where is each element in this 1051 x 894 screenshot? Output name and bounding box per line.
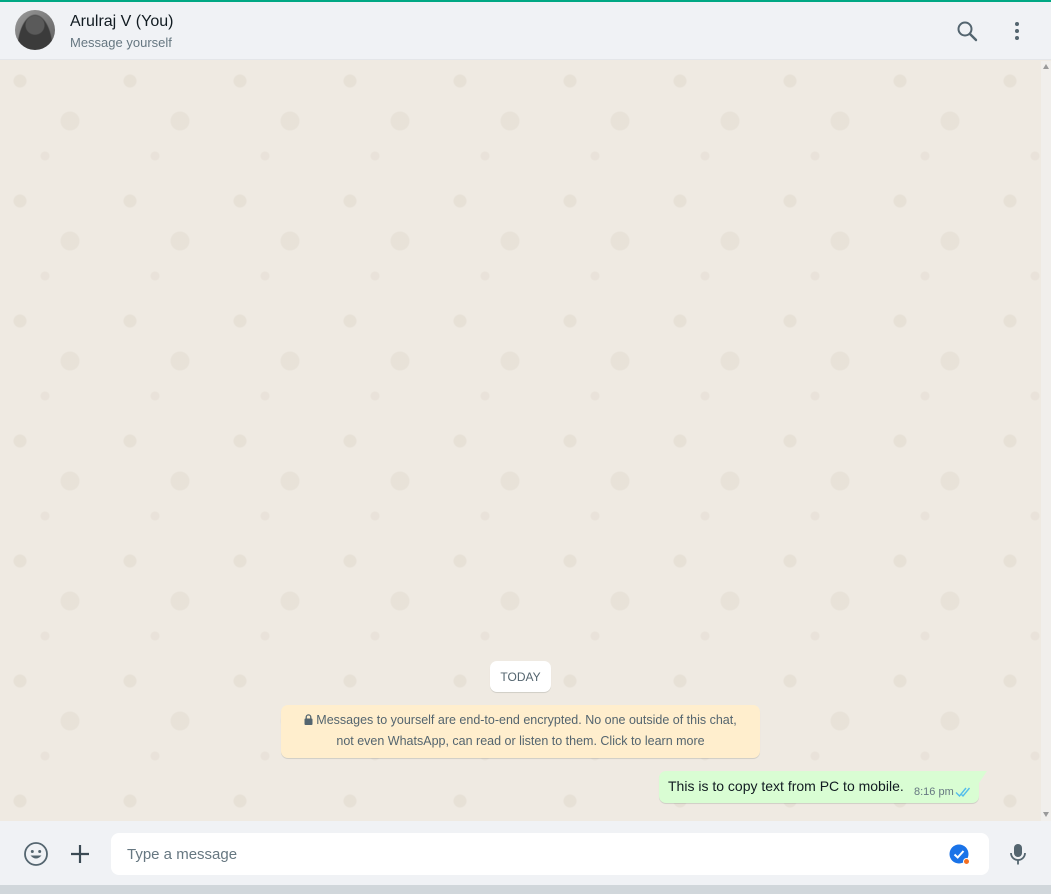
search-icon[interactable] — [955, 19, 979, 43]
bottom-edge — [0, 885, 1051, 894]
date-separator: TODAY — [490, 661, 551, 692]
message-input[interactable] — [111, 833, 989, 875]
encryption-notice-line1: Messages to yourself are end-to-end encr… — [316, 713, 737, 727]
chat-header: Arulraj V (You) Message yourself — [0, 2, 1051, 60]
message-time: 8:16 pm — [914, 786, 954, 798]
scrollbar[interactable] — [1041, 61, 1051, 821]
contact-name[interactable]: Arulraj V (You) — [70, 13, 173, 31]
scroll-up-arrow-icon[interactable] — [1043, 64, 1049, 69]
outgoing-message[interactable]: This is to copy text from PC to mobile. … — [659, 771, 979, 803]
avatar[interactable] — [15, 10, 55, 50]
microphone-icon[interactable] — [1005, 841, 1031, 867]
encryption-notice[interactable]: Messages to yourself are end-to-end encr… — [281, 705, 760, 758]
emoji-icon[interactable] — [23, 841, 49, 867]
contact-subtitle: Message yourself — [70, 35, 172, 50]
message-text: This is to copy text from PC to mobile. — [668, 778, 904, 794]
lock-icon — [304, 711, 313, 725]
message-tail — [979, 771, 987, 783]
scroll-down-arrow-icon[interactable] — [1043, 812, 1049, 817]
menu-icon[interactable] — [1005, 19, 1029, 43]
plus-icon[interactable] — [67, 841, 93, 867]
double-check-icon — [955, 785, 973, 798]
encryption-notice-line2: not even WhatsApp, can read or listen to… — [336, 734, 705, 748]
grammar-assistant-icon[interactable] — [949, 844, 971, 866]
